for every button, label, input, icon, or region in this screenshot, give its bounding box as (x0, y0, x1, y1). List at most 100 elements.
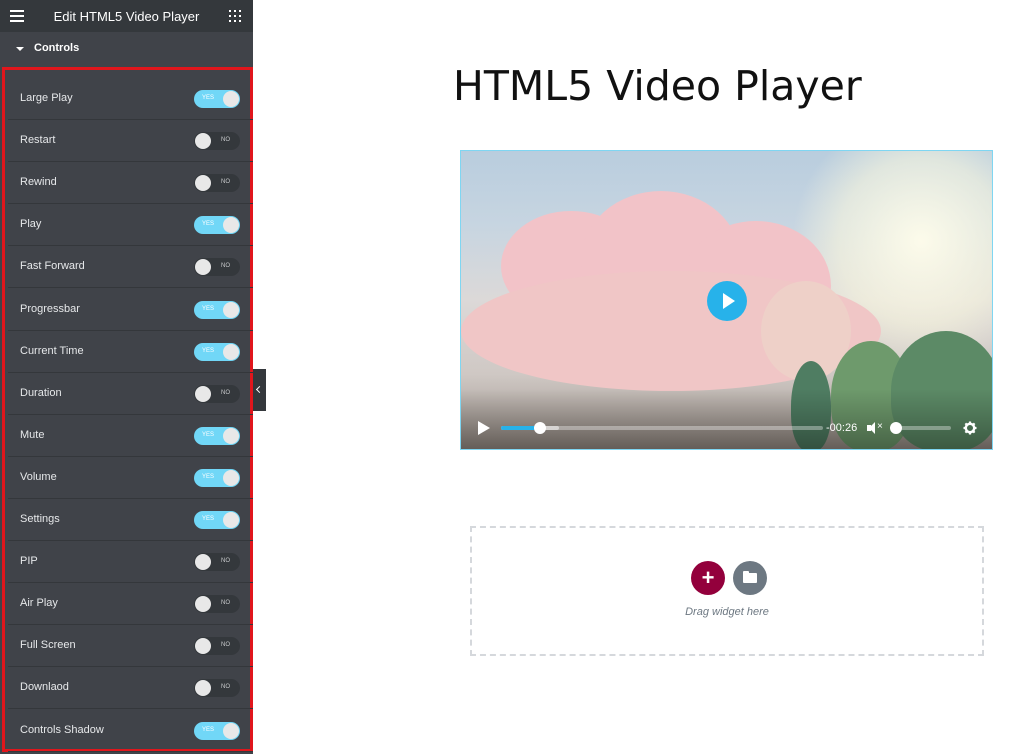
control-label: Mute (20, 428, 45, 441)
current-time: -00:26 (826, 422, 858, 434)
control-toggle[interactable]: NO (194, 595, 240, 614)
control-toggle[interactable]: YES (194, 300, 240, 319)
control-label: Fast Forward (20, 260, 85, 273)
control-toggle[interactable]: YES (194, 511, 240, 529)
control-toggle[interactable]: NO (194, 679, 240, 698)
control-row: Play YES (8, 204, 253, 247)
progress-thumb[interactable] (533, 422, 546, 434)
control-row: Progressbar YES (8, 289, 253, 331)
add-section-button[interactable]: + (691, 561, 725, 595)
control-row: Mute YES (8, 415, 253, 457)
caret-down-icon (16, 47, 24, 51)
control-label: Restart (20, 134, 56, 147)
toggle-state-label: NO (221, 684, 230, 691)
page-title: HTML5 Video Player (453, 62, 862, 110)
controls-list: Large Play YES Restart NO Rewind NO Play YES Fas… (2, 67, 253, 752)
toggle-knob (195, 259, 211, 276)
control-toggle[interactable]: NO (194, 553, 240, 572)
toggle-state-label: YES (202, 726, 215, 733)
toggle-state-label: YES (202, 95, 215, 101)
volume-slider[interactable] (889, 422, 951, 434)
control-toggle[interactable]: NO (194, 174, 240, 193)
toggle-knob (223, 343, 239, 360)
toggle-state-label: NO (221, 558, 230, 565)
toggle-knob (195, 175, 211, 192)
control-row: Current Time YES (8, 331, 253, 373)
editor-panel: Edit HTML5 Video Player Controls Large P… (0, 0, 253, 754)
control-label: Volume (20, 470, 57, 483)
control-label: Settings (20, 513, 60, 525)
toggle-state-label: YES (202, 221, 215, 228)
toggle-knob (223, 301, 239, 318)
toggle-state-label: YES (202, 431, 215, 438)
drag-widget-hint: Drag widget here (685, 606, 769, 618)
toggle-state-label: YES (202, 347, 215, 354)
control-toggle[interactable]: YES (194, 426, 240, 445)
control-label: PIP (20, 555, 38, 568)
chevron-left-icon (255, 385, 264, 394)
control-label: Rewind (20, 176, 57, 189)
panel-header: Edit HTML5 Video Player (0, 0, 253, 32)
control-row: Air Play NO (8, 583, 253, 626)
control-row: Settings YES (8, 499, 253, 541)
video-player[interactable]: -00:26 × (460, 150, 993, 450)
volume-thumb[interactable] (889, 422, 902, 434)
widget-dropzone[interactable]: + Drag widget here (470, 526, 984, 656)
control-toggle[interactable]: NO (194, 258, 240, 277)
control-row: Downlaod NO (8, 667, 253, 710)
control-row: Full Screen NO (8, 625, 253, 668)
toggle-knob (195, 554, 211, 571)
add-template-button[interactable] (733, 561, 767, 595)
toggle-knob (195, 680, 211, 697)
toggle-knob (223, 722, 239, 739)
control-toggle[interactable]: YES (194, 90, 240, 108)
toggle-knob (223, 469, 239, 486)
toggle-knob (223, 512, 239, 528)
control-row: Large Play YES (8, 78, 253, 120)
control-toggle[interactable]: NO (194, 384, 240, 403)
toggle-state-label: NO (221, 137, 230, 144)
toggle-knob (195, 385, 211, 402)
control-label: Current Time (20, 344, 84, 357)
progress-bar[interactable] (501, 422, 823, 434)
control-row: PIP NO (8, 541, 253, 584)
control-row: Duration NO (8, 373, 253, 415)
control-label: Duration (20, 386, 62, 399)
control-toggle[interactable]: YES (194, 721, 240, 740)
control-row: Volume YES (8, 457, 253, 499)
toggle-state-label: YES (202, 305, 215, 312)
control-label: Full Screen (20, 639, 76, 652)
control-row: Restart NO (8, 120, 253, 163)
control-toggle[interactable]: NO (194, 132, 240, 151)
control-toggle[interactable]: YES (194, 468, 240, 487)
control-label: Progressbar (20, 302, 80, 315)
control-label: Downlaod (20, 681, 69, 694)
section-label: Controls (34, 42, 80, 54)
large-play-button[interactable] (707, 281, 747, 321)
control-toggle[interactable]: YES (194, 216, 240, 235)
toggle-knob (223, 217, 239, 234)
control-row: Controls Shadow YES (8, 710, 253, 752)
toggle-state-label: NO (221, 642, 230, 649)
toggle-state-label: NO (221, 179, 230, 186)
play-icon (723, 293, 735, 309)
widgets-grid-icon[interactable] (229, 10, 241, 22)
toggle-knob (223, 427, 239, 444)
collapse-panel-button[interactable] (253, 369, 266, 411)
folder-icon (743, 573, 757, 583)
mute-button[interactable]: × (867, 421, 883, 435)
toggle-knob (195, 638, 211, 655)
toggle-state-label: YES (202, 516, 215, 522)
control-row: Rewind NO (8, 162, 253, 205)
play-button[interactable] (478, 421, 490, 435)
panel-title: Edit HTML5 Video Player (53, 9, 200, 24)
control-row: Fast Forward NO (8, 246, 253, 289)
controls-section-header[interactable]: Controls (0, 32, 253, 66)
toggle-knob (195, 596, 211, 613)
control-toggle[interactable]: NO (194, 637, 240, 656)
settings-gear-icon[interactable] (963, 421, 977, 435)
control-toggle[interactable]: YES (194, 342, 240, 361)
control-label: Controls Shadow (20, 723, 104, 736)
control-label: Air Play (20, 597, 58, 610)
toggle-state-label: YES (202, 473, 215, 480)
